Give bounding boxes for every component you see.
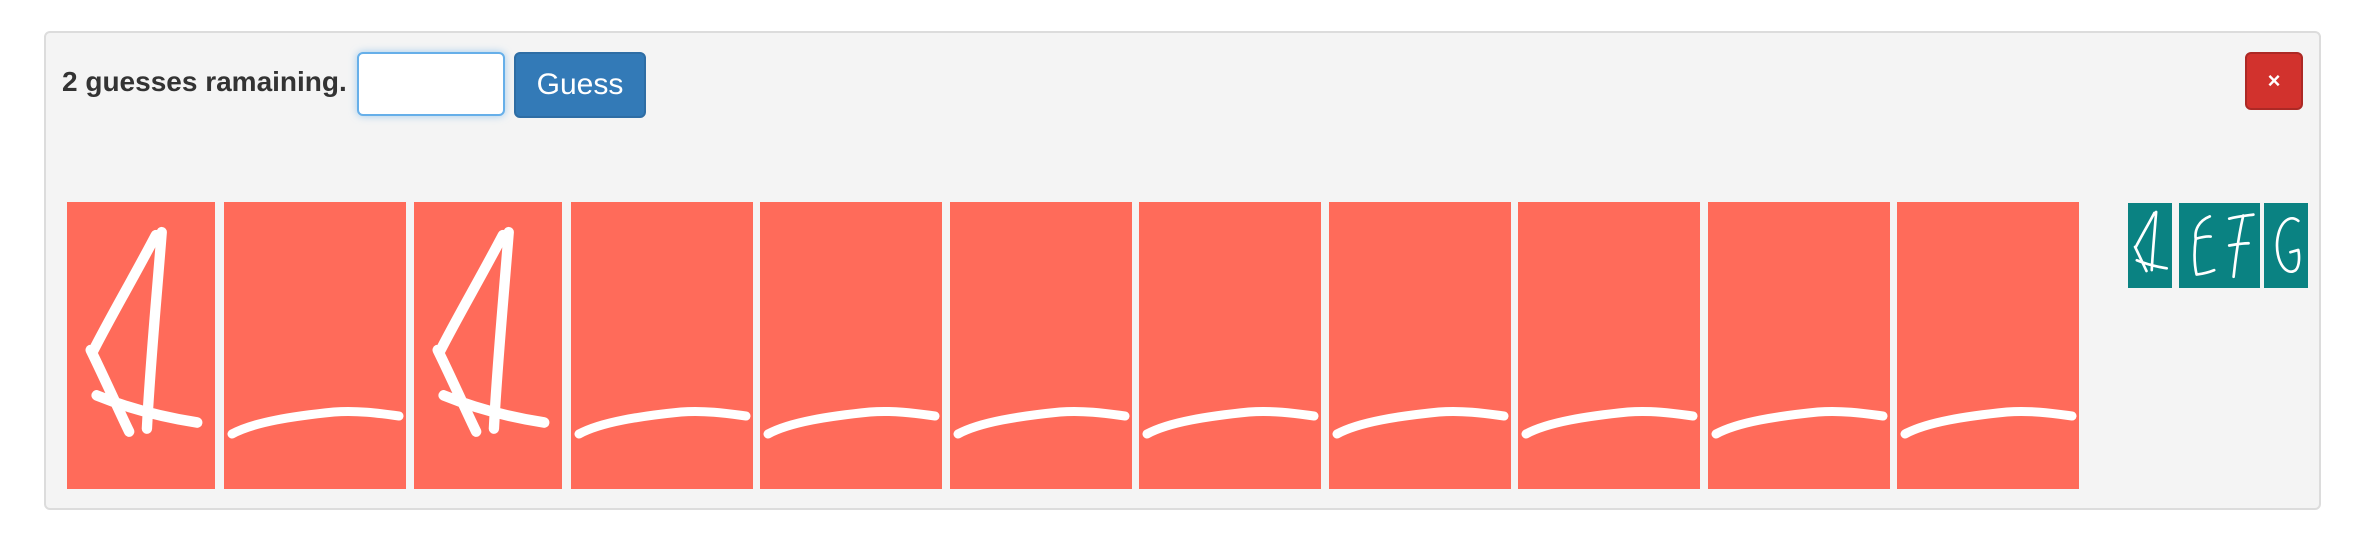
letter-tile-blank	[950, 202, 1132, 489]
guessed-letter-tile: A	[2128, 203, 2172, 288]
letter-tile-blank	[1518, 202, 1700, 489]
close-button[interactable]: ×	[2245, 52, 2303, 110]
letter-tile-blank	[1897, 202, 2079, 489]
letter-tile-blank	[571, 202, 753, 489]
guess-button[interactable]: Guess	[514, 52, 646, 118]
letter-tile-blank	[1329, 202, 1511, 489]
letter-tile-blank	[1139, 202, 1321, 489]
letter-tile-blank	[224, 202, 406, 489]
guessed-letter-tile: G	[2264, 203, 2308, 288]
guessed-letter-tile: F	[2216, 203, 2260, 288]
letter-tile-revealed: A	[67, 202, 215, 489]
guesses-remaining-text: 2 guesses ramaining.	[62, 66, 347, 97]
guess-input[interactable]	[357, 52, 505, 116]
letter-tile-revealed: A	[414, 202, 562, 489]
letter-tile-blank	[760, 202, 942, 489]
letter-tile-blank	[1708, 202, 1890, 489]
